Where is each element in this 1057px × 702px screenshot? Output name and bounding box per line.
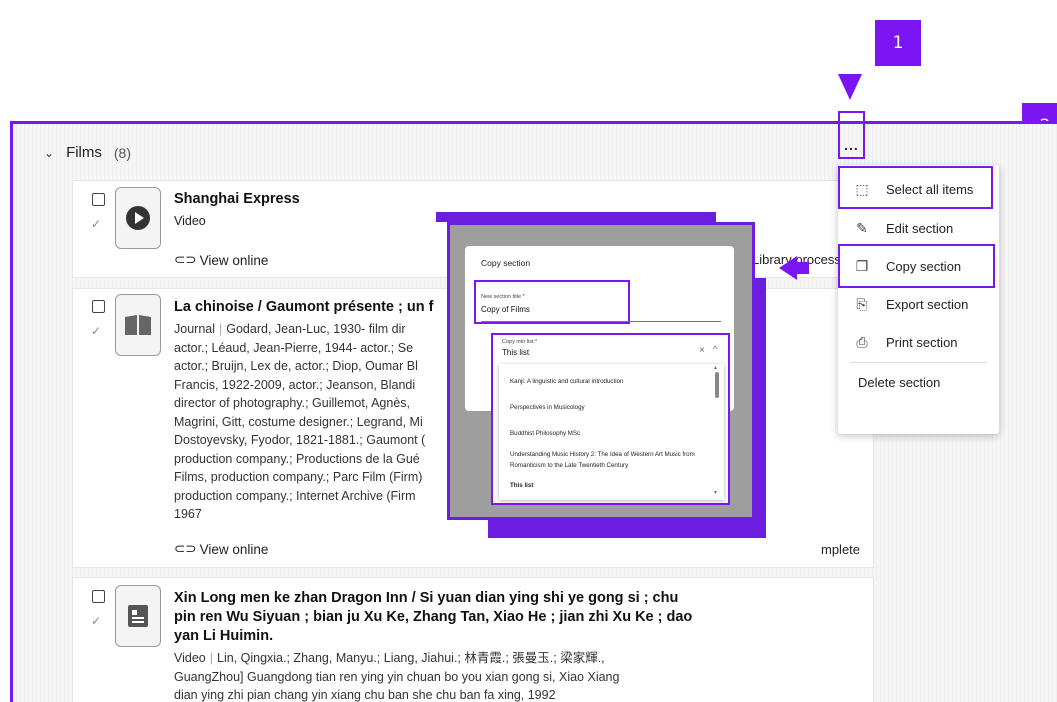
item-checkbox[interactable] xyxy=(92,193,105,206)
dropdown-option-selected[interactable]: This list xyxy=(510,480,710,491)
item-side-text: mplete xyxy=(821,542,861,557)
pencil-icon: ✎ xyxy=(856,219,868,236)
separator: | xyxy=(209,651,213,665)
section-title: Films xyxy=(66,144,102,161)
more-options-button[interactable]: ... xyxy=(838,111,865,159)
check-status-icon: ✓ xyxy=(91,217,102,231)
link-icon: ⊂⊃ xyxy=(174,541,197,556)
item-meta: Video | Lin, Qingxia.; Zhang, Manyu.; Lian… xyxy=(174,651,620,702)
arrow-down-indicator xyxy=(838,74,862,100)
item-title[interactable]: La chinoise / Gaumont présente ; un f xyxy=(174,298,433,317)
item-title[interactable]: Xin Long men ke zhan Dragon Inn / Si yua… xyxy=(174,589,692,646)
copy-into-list-value[interactable]: This list xyxy=(502,348,529,357)
dropdown-scrollbar[interactable] xyxy=(715,372,719,398)
chevron-up-icon[interactable]: ^ xyxy=(713,344,717,354)
dropdown-option[interactable]: Kanji: A linguistic and cultural introdu… xyxy=(510,376,710,387)
item-checkbox[interactable] xyxy=(92,590,105,603)
dropdown-option[interactable]: Buddhist Philosophy MSc xyxy=(510,428,710,439)
item-title[interactable]: Shanghai Express xyxy=(174,190,300,209)
journal-thumbnail[interactable] xyxy=(115,294,161,356)
menu-item-delete-section[interactable]: Delete section xyxy=(838,363,999,401)
document-icon xyxy=(128,605,148,627)
view-online-link[interactable]: ⊂⊃ View online xyxy=(174,541,268,557)
dialog-title: Copy section xyxy=(481,258,531,268)
section-title-field-highlight xyxy=(474,280,630,324)
view-online-link[interactable]: ⊂⊃ View online xyxy=(174,252,268,268)
more-icon: ... xyxy=(844,137,859,153)
dialog-backdrop-edge xyxy=(436,212,716,222)
menu-item-edit-section[interactable]: ✎ Edit section xyxy=(838,209,999,247)
check-status-icon: ✓ xyxy=(91,324,102,338)
menu-item-export-section[interactable]: ⎘ Export section xyxy=(838,285,999,323)
arrow-left-tail xyxy=(795,262,809,274)
scroll-up-icon[interactable]: ▲ xyxy=(713,365,718,371)
item-type: Video xyxy=(174,214,206,228)
book-icon xyxy=(125,315,151,335)
copy-section-highlight xyxy=(838,244,995,288)
menu-item-print-section[interactable]: ⎙ Print section xyxy=(838,323,999,361)
link-icon: ⊂⊃ xyxy=(174,252,197,267)
scroll-down-icon[interactable]: ▼ xyxy=(713,490,718,496)
export-icon: ⎘ xyxy=(856,295,868,312)
copy-into-list-label: Copy into list:* xyxy=(502,339,538,345)
item-meta: Journal | Godard, Jean-Luc, 1930- film dir… xyxy=(174,322,426,521)
dropdown-option[interactable]: Understanding Music History 2: The Idea … xyxy=(510,449,710,471)
section-title-underline xyxy=(481,321,721,322)
section-header[interactable]: ⌄ Films (8) xyxy=(44,144,131,161)
section-title-label: New section title * xyxy=(481,294,525,300)
separator: | xyxy=(219,322,223,336)
chevron-down-icon[interactable]: ⌄ xyxy=(44,146,54,160)
section-count: (8) xyxy=(113,144,132,161)
video-thumbnail[interactable] xyxy=(115,187,161,249)
play-icon xyxy=(126,206,150,230)
check-status-icon: ✓ xyxy=(91,614,102,628)
print-icon: ⎙ xyxy=(856,333,868,350)
clear-icon[interactable]: × xyxy=(699,345,705,356)
select-all-highlight xyxy=(838,166,993,209)
dropdown-option[interactable]: Perspectives in Musicology xyxy=(510,402,710,413)
callout-1: 1 xyxy=(875,20,921,66)
video-thumbnail[interactable] xyxy=(115,585,161,647)
item-checkbox[interactable] xyxy=(92,300,105,313)
section-title-input[interactable]: Copy of Films xyxy=(481,305,530,314)
